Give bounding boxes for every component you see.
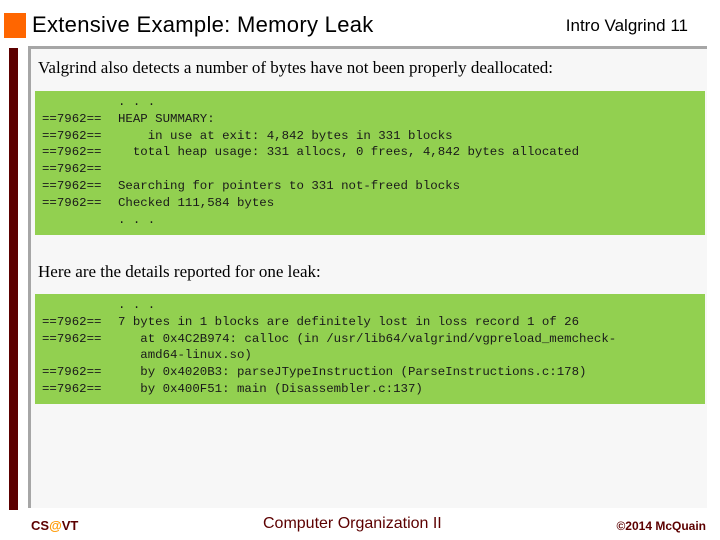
code-line: ==7962== at 0x4C2B974: calloc (in /usr/l… <box>42 331 698 348</box>
code-line: . . . <box>42 297 698 314</box>
pid-label <box>42 297 118 314</box>
code-line: . . . <box>42 94 698 111</box>
code-line: ==7962== Checked 111,584 bytes <box>42 195 698 212</box>
code-line: ==7962== Searching for pointers to 331 no… <box>42 178 698 195</box>
pid-label <box>42 94 118 111</box>
pid-label: ==7962== <box>42 365 102 380</box>
code-line: amd64-linux.so) <box>42 347 698 364</box>
footer-at-symbol: @ <box>49 518 62 533</box>
footer-vt: VT <box>61 518 79 533</box>
pid-label: ==7962== <box>42 178 102 193</box>
footer-course-title: Computer Organization II <box>263 515 442 532</box>
code-line: ==7962== by 0x4020B3: parseJTypeInstruct… <box>42 364 698 381</box>
code-line: ==7962== total heap usage: 331 allocs, 0… <box>42 144 698 161</box>
pid-label: ==7962== <box>42 111 102 126</box>
footer-cs-vt-logo: CS@VT <box>31 518 78 533</box>
pid-label: ==7962== <box>42 314 102 329</box>
code-text: by 0x4020B3: parseJTypeInstruction (Pars… <box>118 365 587 380</box>
details-text: Here are the details reported for one le… <box>38 262 321 281</box>
pid-label: ==7962== <box>42 195 102 210</box>
code-text: . . . <box>118 95 156 109</box>
code-text: total heap usage: 331 allocs, 0 frees, 4… <box>118 145 580 160</box>
pid-label: ==7962== <box>42 331 102 346</box>
slide-number-tag: Intro Valgrind 11 <box>565 16 688 35</box>
code-text: amd64-linux.so) <box>118 348 252 363</box>
code-line: ==7962== <box>42 161 698 178</box>
code-text: . . . <box>118 298 156 312</box>
left-accent-bar <box>9 48 18 510</box>
code-text: . . . <box>118 212 156 227</box>
footer-cs: CS <box>31 518 50 533</box>
pid-label: ==7962== <box>42 145 102 160</box>
code-text: HEAP SUMMARY: <box>118 111 215 126</box>
code-line: ==7962== 7 bytes in 1 blocks are definite… <box>42 314 698 331</box>
code-text: at 0x4C2B974: calloc (in /usr/lib64/valg… <box>118 331 617 346</box>
pid-label <box>42 347 118 364</box>
title-accent-square <box>4 13 26 38</box>
leak-details-code-block: . . . ==7962== 7 bytes in 1 blocks are de… <box>35 294 705 404</box>
intro-text: Valgrind also detects a number of bytes … <box>38 58 554 77</box>
code-line: . . . <box>42 212 698 229</box>
code-line: ==7962== by 0x400F51: main (Disassembler… <box>42 381 698 398</box>
footer-copyright: ©2014 McQuain <box>616 519 706 533</box>
pid-label: ==7962== <box>42 381 102 396</box>
slide-title: Extensive Example: Memory Leak <box>32 12 374 37</box>
code-text: by 0x400F51: main (Disassembler.c:137) <box>118 381 423 396</box>
code-text: Searching for pointers to 331 not-freed … <box>118 178 461 193</box>
pid-label: ==7962== <box>42 128 102 143</box>
pid-label: ==7962== <box>42 162 102 177</box>
pid-label <box>42 212 118 229</box>
code-line: ==7962== HEAP SUMMARY: <box>42 111 698 128</box>
heap-summary-code-block: . . . ==7962== HEAP SUMMARY: ==7962== in … <box>35 91 705 235</box>
code-text: in use at exit: 4,842 bytes in 331 block… <box>118 128 453 143</box>
code-text: Checked 111,584 bytes <box>118 195 275 210</box>
code-line: ==7962== in use at exit: 4,842 bytes in … <box>42 128 698 145</box>
code-text: 7 bytes in 1 blocks are definitely lost … <box>118 314 580 329</box>
